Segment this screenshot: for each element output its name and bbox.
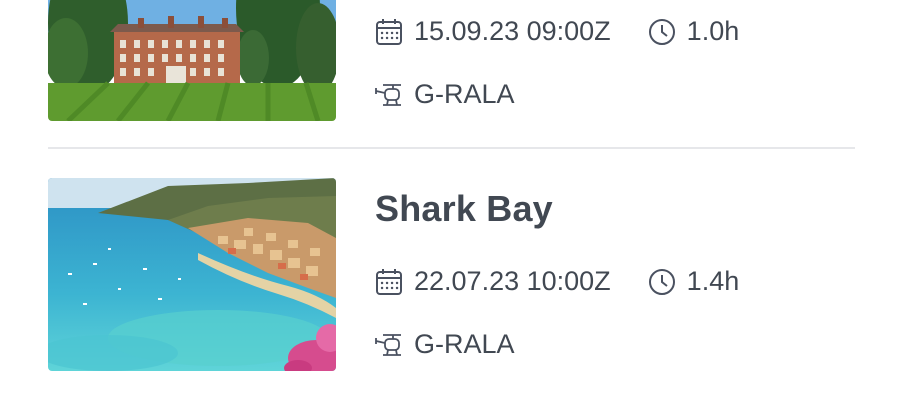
helicopter-icon <box>374 80 404 110</box>
clock-icon <box>647 17 677 47</box>
flight-aircraft: G-RALA <box>414 329 515 359</box>
flight-title: Shark Bay <box>375 188 553 229</box>
flight-datetime: 15.09.23 09:00Z <box>414 16 611 46</box>
flight-aircraft-row: G-RALA <box>374 329 515 360</box>
flight-duration: 1.4h <box>686 266 740 296</box>
flight-card[interactable]: 15.09.23 09:00Z 1.0h G-RALA <box>48 0 855 121</box>
flight-thumbnail <box>48 0 336 121</box>
helicopter-icon <box>374 330 404 360</box>
flight-thumbnail <box>48 178 336 371</box>
calendar-icon <box>374 267 404 297</box>
flight-duration: 1.0h <box>686 16 740 46</box>
flight-schedule-row: 15.09.23 09:00Z 1.0h <box>374 16 739 47</box>
calendar-icon <box>374 17 404 47</box>
flight-aircraft: G-RALA <box>414 79 515 109</box>
flight-card[interactable]: Shark Bay 22.07.23 10:00Z 1.4h G-RALA <box>48 178 855 371</box>
flight-aircraft-row: G-RALA <box>374 79 515 110</box>
flight-datetime: 22.07.23 10:00Z <box>414 266 611 296</box>
clock-icon <box>647 267 677 297</box>
flight-schedule-row: 22.07.23 10:00Z 1.4h <box>374 266 739 297</box>
list-divider <box>48 147 855 149</box>
